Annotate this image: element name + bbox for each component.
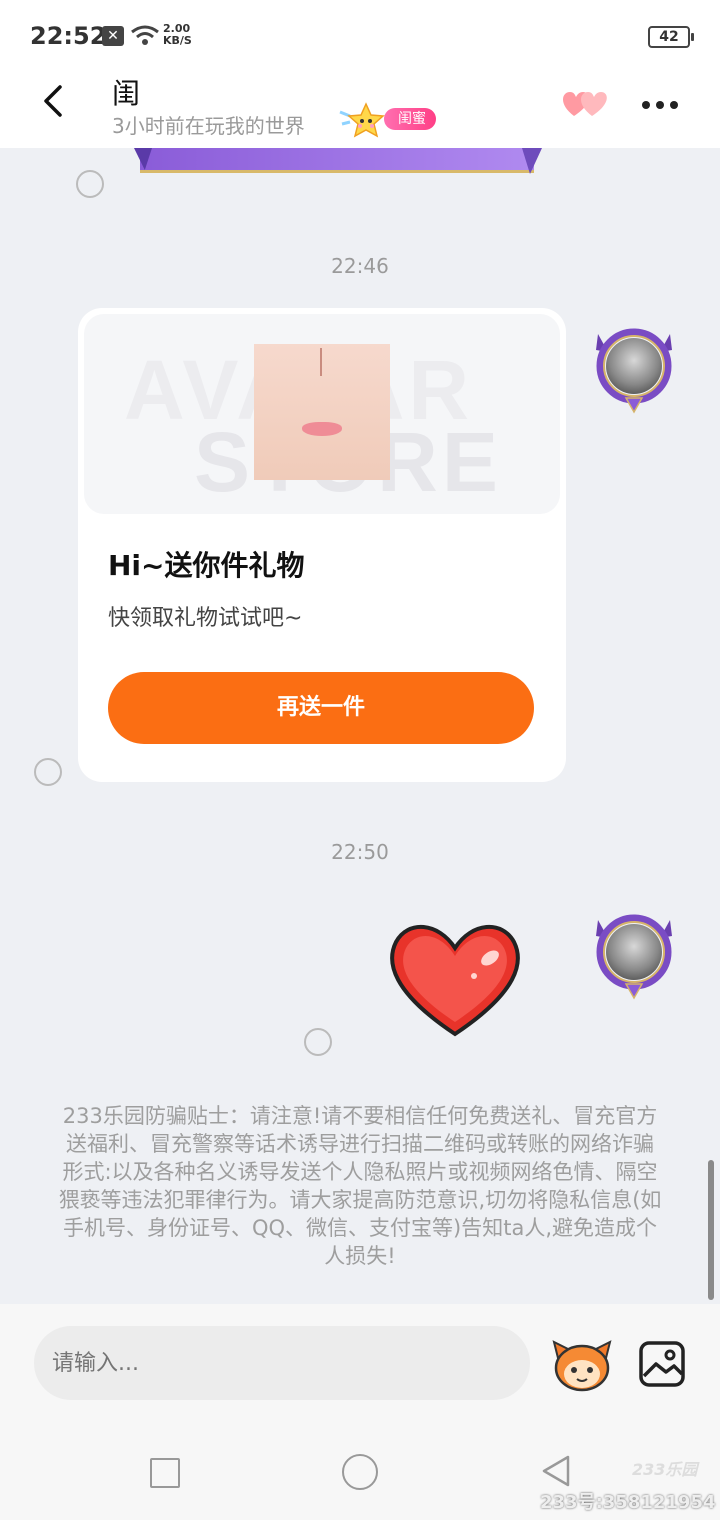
send-another-button[interactable]: 再送一件 xyxy=(108,672,534,744)
gift-item-image xyxy=(254,344,390,480)
gift-subtitle: 快领取礼物试试吧~ xyxy=(108,606,303,631)
gift-preview: AVATAR STORE xyxy=(84,314,560,514)
recent-apps-icon[interactable] xyxy=(150,1458,180,1488)
previous-card-banner xyxy=(140,148,534,173)
message-timestamp: 22:50 xyxy=(331,840,389,864)
message-input[interactable] xyxy=(34,1326,530,1400)
chat-title: 闺 xyxy=(112,77,141,110)
back-arrow-icon[interactable] xyxy=(38,84,72,118)
wifi-icon xyxy=(131,25,159,45)
notification-x-icon: ✕ xyxy=(102,26,124,46)
gift-message-card[interactable]: AVATAR STORE Hi~送你件礼物 快领取礼物试试吧~ 再送一件 xyxy=(78,308,566,782)
avatar-photo xyxy=(606,338,662,394)
battery-icon: 42 xyxy=(648,26,694,48)
more-options-icon[interactable] xyxy=(642,94,686,109)
home-icon[interactable] xyxy=(342,1454,378,1490)
nav-back-icon[interactable] xyxy=(540,1454,572,1488)
heart-sticker-icon[interactable] xyxy=(382,918,528,1040)
status-bar: 22:52 ✕ 2.00 KB/S 42 xyxy=(0,0,720,72)
chat-header: 闺 3小时前在玩我的世界 闺蜜 xyxy=(0,72,720,148)
avatar-photo xyxy=(606,924,662,980)
double-heart-icon[interactable] xyxy=(560,88,610,120)
chat-subtitle: 3小时前在玩我的世界 xyxy=(112,114,305,138)
relationship-tag: 闺蜜 xyxy=(384,108,436,130)
avatar[interactable] xyxy=(588,322,680,414)
select-circle[interactable] xyxy=(34,758,62,786)
select-circle[interactable] xyxy=(304,1028,332,1056)
network-speed: 2.00 KB/S xyxy=(163,23,192,47)
gallery-icon[interactable] xyxy=(638,1340,686,1388)
scrollbar[interactable] xyxy=(708,1160,714,1300)
safety-tip: 233乐园防骗贴士：请注意!请不要相信任何免费送礼、冒充官方送福利、冒充警察等话… xyxy=(58,1104,662,1268)
gift-title: Hi~送你件礼物 xyxy=(108,549,305,582)
watermark-id: 233号:358121954 xyxy=(540,1492,716,1513)
message-timestamp: 22:46 xyxy=(331,254,389,278)
select-circle[interactable] xyxy=(76,170,104,198)
avatar[interactable] xyxy=(588,908,680,1000)
status-time: 22:52 xyxy=(30,22,107,50)
network-speed-unit: KB/S xyxy=(163,34,192,47)
battery-level: 42 xyxy=(659,29,679,45)
system-nav-bar: 233乐园 233号:358121954 xyxy=(0,1424,720,1520)
watermark-logo: 233乐园 xyxy=(632,1460,698,1479)
emoji-mascot-icon[interactable] xyxy=(552,1338,612,1392)
message-input-bar xyxy=(0,1304,720,1424)
